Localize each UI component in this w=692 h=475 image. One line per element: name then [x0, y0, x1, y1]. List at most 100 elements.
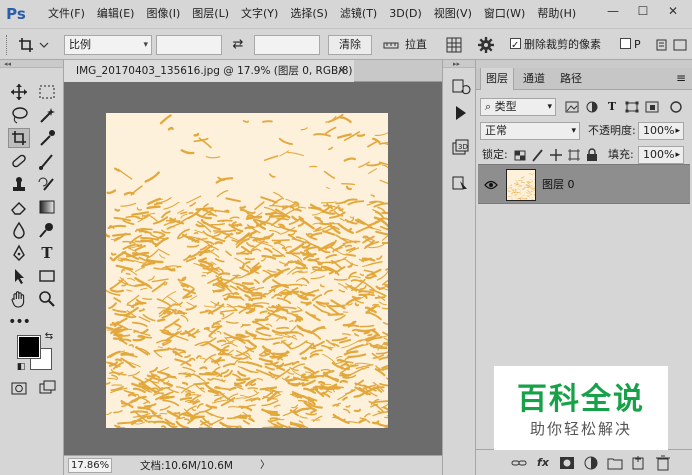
menu-image[interactable]: 图像(I) — [140, 0, 186, 28]
line-art-stroke — [198, 407, 213, 413]
brush-tool-icon[interactable] — [36, 151, 58, 171]
document-tab[interactable]: IMG_20170403_135616.jpg @ 17.9% (图层 0, R… — [64, 60, 354, 82]
new-group-icon[interactable] — [606, 454, 624, 472]
default-colors-icon[interactable]: ◧ — [14, 360, 28, 374]
quick-mask-icon[interactable] — [8, 378, 30, 398]
rectangle-tool-icon[interactable] — [36, 266, 58, 286]
line-art-stroke — [239, 266, 250, 273]
gradient-tool-icon[interactable] — [36, 197, 58, 217]
zoom-tool-icon[interactable] — [36, 289, 58, 309]
marquee-tool-icon[interactable] — [36, 82, 58, 102]
clone-stamp-tool-icon[interactable] — [8, 174, 30, 194]
hand-tool-icon[interactable] — [8, 289, 30, 309]
blend-mode-select[interactable]: 正常 ▾ — [480, 122, 580, 140]
new-layer-icon[interactable] — [630, 454, 648, 472]
type-tool-icon[interactable]: T — [36, 243, 58, 263]
restore-button[interactable]: ☐ — [628, 0, 658, 22]
magic-wand-tool-icon[interactable] — [36, 105, 58, 125]
tab-channels[interactable]: 通道 — [516, 68, 552, 90]
screen-mode-icon[interactable] — [36, 378, 58, 398]
checkbox-unchecked-icon — [620, 38, 631, 49]
fill-input[interactable]: 100% ▸ — [638, 146, 684, 164]
image-canvas[interactable] — [106, 113, 388, 428]
straighten-label[interactable]: 拉直 — [405, 35, 427, 55]
properties-panel-icon[interactable] — [449, 172, 471, 194]
menu-file[interactable]: 文件(F) — [42, 0, 91, 28]
overlay-grid-icon[interactable] — [444, 35, 464, 55]
more-tools-icon[interactable]: ••• — [8, 312, 31, 332]
history-brush-tool-icon[interactable] — [36, 174, 58, 194]
straighten-icon[interactable] — [381, 35, 401, 55]
menu-edit[interactable]: 编辑(E) — [91, 0, 141, 28]
filter-adjustment-icon[interactable] — [584, 98, 600, 116]
menu-type[interactable]: 文字(Y) — [235, 0, 284, 28]
ratio-select[interactable]: 比例 ▾ — [64, 35, 152, 55]
trash-icon[interactable] — [654, 454, 672, 472]
crop-tool-icon[interactable] — [8, 128, 30, 148]
opacity-input[interactable]: 100% ▸ — [638, 122, 684, 140]
menu-select[interactable]: 选择(S) — [284, 0, 334, 28]
blur-tool-icon[interactable] — [8, 220, 30, 240]
menu-window[interactable]: 窗口(W) — [478, 0, 531, 28]
healing-brush-tool-icon[interactable] — [8, 151, 30, 171]
3d-panel-icon[interactable]: 3D — [449, 136, 471, 158]
swap-icon[interactable]: ⇄ — [230, 35, 246, 55]
filter-smart-object-icon[interactable] — [644, 98, 660, 116]
layer-filter-select[interactable]: ⌕ 类型 ▾ — [480, 98, 556, 116]
path-selection-tool-icon[interactable] — [8, 266, 30, 286]
menu-3d[interactable]: 3D(D) — [383, 0, 428, 28]
lock-pixels-icon[interactable] — [530, 146, 546, 164]
filter-type-icon[interactable]: T — [604, 98, 620, 116]
fx-icon[interactable]: fx — [534, 454, 552, 472]
zoom-level-input[interactable]: 17.86% — [68, 458, 112, 473]
layer-row[interactable]: 图层 0 — [478, 164, 690, 204]
commit-icon[interactable] — [672, 35, 688, 55]
filter-toggle-icon[interactable] — [668, 98, 684, 116]
reset-icon[interactable] — [654, 35, 670, 55]
line-art-stroke — [151, 412, 158, 415]
tab-layers[interactable]: 图层 — [480, 68, 514, 90]
delete-cropped-checkbox[interactable]: 删除裁剪的像素 — [510, 35, 601, 56]
lock-transparency-icon[interactable] — [512, 146, 528, 164]
status-menu-arrow-icon[interactable]: 〉 — [260, 456, 270, 475]
link-layers-icon[interactable] — [510, 454, 528, 472]
filter-shape-icon[interactable] — [624, 98, 640, 116]
menu-view[interactable]: 视图(V) — [428, 0, 478, 28]
dodge-tool-icon[interactable] — [36, 220, 58, 240]
actions-panel-icon[interactable] — [449, 102, 471, 124]
canvas-workspace[interactable] — [64, 82, 442, 455]
history-panel-icon[interactable] — [449, 76, 471, 98]
close-icon[interactable]: × — [338, 60, 346, 82]
menu-layer[interactable]: 图层(L) — [186, 0, 235, 28]
add-mask-icon[interactable] — [558, 454, 576, 472]
content-aware-checkbox[interactable]: P — [620, 35, 650, 55]
close-window-button[interactable]: ✕ — [658, 0, 688, 22]
lock-position-icon[interactable] — [548, 146, 564, 164]
foreground-color-swatch[interactable] — [17, 335, 41, 359]
swap-colors-icon[interactable]: ⇆ — [42, 330, 56, 344]
tab-paths[interactable]: 路径 — [554, 68, 588, 90]
layer-name[interactable]: 图层 0 — [542, 165, 575, 205]
menu-help[interactable]: 帮助(H) — [531, 0, 582, 28]
line-art-stroke — [153, 348, 170, 353]
filter-pixel-icon[interactable] — [564, 98, 580, 116]
height-input[interactable] — [254, 35, 320, 55]
eraser-tool-icon[interactable] — [8, 197, 30, 217]
gear-icon[interactable] — [476, 35, 496, 55]
lock-artboard-icon[interactable] — [566, 146, 582, 164]
line-art-stroke — [271, 239, 290, 242]
minimize-button[interactable]: — — [598, 0, 628, 22]
width-input[interactable] — [156, 35, 222, 55]
clear-button[interactable]: 清除 — [328, 35, 372, 55]
pen-tool-icon[interactable] — [8, 243, 30, 263]
menu-filter[interactable]: 滤镜(T) — [334, 0, 383, 28]
lock-all-icon[interactable] — [584, 146, 600, 164]
eye-icon[interactable] — [484, 165, 498, 221]
panel-menu-icon[interactable]: ≡ — [676, 71, 686, 85]
crop-preset-button[interactable] — [16, 35, 52, 55]
move-tool-icon[interactable] — [8, 82, 30, 102]
lasso-tool-icon[interactable] — [8, 105, 30, 125]
line-art-stroke — [193, 381, 210, 386]
eyedropper-tool-icon[interactable] — [36, 128, 58, 148]
new-adjustment-layer-icon[interactable] — [582, 454, 600, 472]
